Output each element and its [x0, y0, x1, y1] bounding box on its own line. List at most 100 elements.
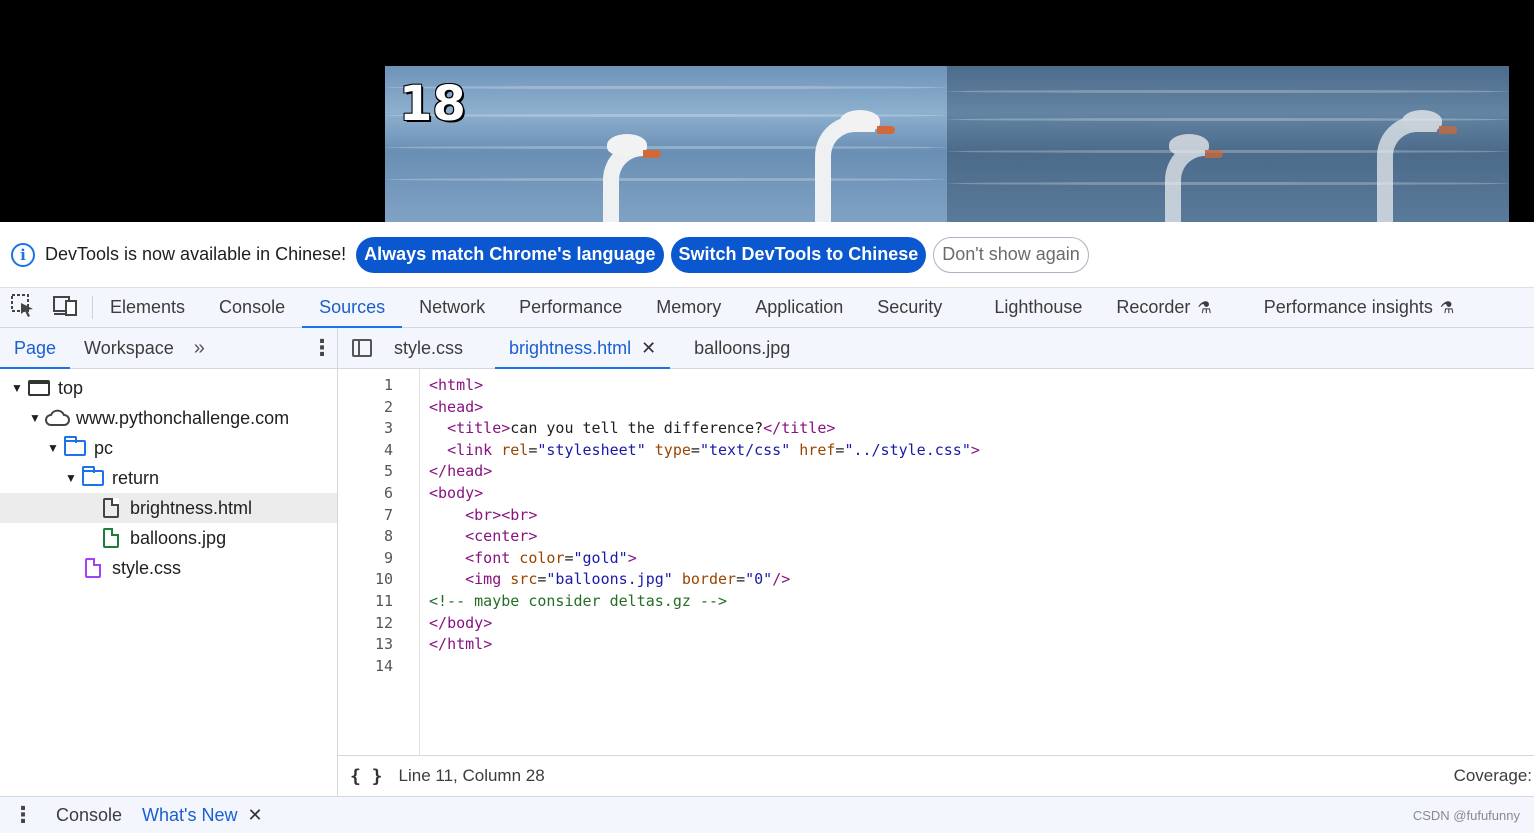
drawer-tab-whats-new[interactable]: What's New ✕	[132, 805, 273, 826]
tab-lighthouse[interactable]: Lighthouse	[977, 288, 1099, 327]
cloud-icon	[44, 407, 70, 429]
tree-item-balloons-jpg[interactable]: balloons.jpg	[0, 523, 337, 553]
tab-performance[interactable]: Performance	[502, 288, 639, 327]
line-number[interactable]: 2	[338, 397, 419, 419]
folder-icon	[62, 436, 88, 459]
tab-performance-insights-label: Performance insights	[1263, 297, 1433, 317]
line-number[interactable]: 12	[338, 613, 419, 635]
cursor-position: Line 11, Column 28	[398, 766, 545, 785]
tree-item-domain[interactable]: ▼ www.pythonchallenge.com	[0, 403, 337, 433]
source-editor: style.css brightness.html ✕ balloons.jpg…	[338, 328, 1534, 796]
line-number[interactable]: 4	[338, 440, 419, 462]
tab-console[interactable]: Console	[202, 288, 302, 327]
editor-tab-style-css[interactable]: style.css	[386, 328, 479, 368]
line-number[interactable]: 10	[338, 569, 419, 591]
swan-photo-left: 18	[385, 66, 947, 222]
flask-icon: ⚗	[1197, 299, 1212, 317]
tree-item-brightness-html[interactable]: brightness.html	[0, 493, 337, 523]
more-tabs-chevron-icon[interactable]: »	[188, 328, 211, 368]
code-line[interactable]: <head>	[429, 397, 980, 419]
code-line[interactable]: <link rel="stylesheet" type="text/css" h…	[429, 440, 980, 462]
switch-to-chinese-button[interactable]: Switch DevTools to Chinese	[670, 236, 927, 273]
code-line[interactable]: <html>	[429, 375, 980, 397]
info-icon: i	[11, 242, 35, 267]
drawer-tabbar: ⋮ Console What's New ✕ CSDN @fufufunny	[0, 796, 1534, 833]
sources-navigator: Page Workspace » ⋮ ▼ top ▼ www.pythoncha…	[0, 328, 338, 796]
tree-item-top[interactable]: ▼ top	[0, 373, 337, 403]
tab-recorder[interactable]: Recorder ⚗	[1099, 288, 1228, 327]
inspect-element-icon[interactable]	[10, 293, 36, 322]
code-content[interactable]: <html> <head> <title>can you tell the dif…	[420, 369, 980, 755]
editor-status-bar: { } Line 11, Column 28 Coverage:	[338, 755, 1534, 796]
always-match-language-button[interactable]: Always match Chrome's language	[356, 236, 664, 273]
code-area[interactable]: 1 2 3 4 5 6 7 8 9 10 11 12 13 14 <html> <head> <title>…	[338, 369, 1534, 755]
tab-elements[interactable]: Elements	[93, 288, 202, 327]
toggle-navigator-icon[interactable]	[338, 328, 386, 368]
navigator-tab-workspace[interactable]: Workspace	[70, 328, 188, 368]
coverage-label: Coverage:	[1453, 766, 1532, 785]
expand-triangle-icon[interactable]: ▼	[28, 411, 42, 425]
infobar-message: DevTools is now available in Chinese!	[45, 244, 347, 264]
document-file-icon	[98, 497, 124, 519]
line-number[interactable]: 8	[338, 526, 419, 548]
device-toolbar-icon[interactable]	[52, 294, 78, 321]
code-line[interactable]: <title>can you tell the difference?</tit…	[429, 418, 980, 440]
line-number[interactable]: 6	[338, 483, 419, 505]
stylesheet-file-icon	[80, 557, 106, 579]
tree-item-pc[interactable]: ▼ pc	[0, 433, 337, 463]
tab-performance-insights[interactable]: Performance insights ⚗	[1247, 288, 1471, 327]
tree-item-label: balloons.jpg	[130, 527, 227, 548]
tab-application[interactable]: Application	[738, 288, 860, 327]
close-tab-icon[interactable]: ✕	[248, 805, 263, 826]
drawer-tab-console[interactable]: Console	[46, 805, 132, 826]
code-line[interactable]: <body>	[429, 483, 980, 505]
tree-item-label: return	[112, 467, 160, 488]
image-file-icon	[98, 527, 124, 549]
code-line[interactable]: <center>	[429, 526, 980, 548]
code-line[interactable]: <font color="gold">	[429, 548, 980, 570]
image-number: 18	[399, 76, 466, 132]
line-number[interactable]: 1	[338, 375, 419, 397]
drawer-menu-icon[interactable]: ⋮	[0, 802, 46, 828]
tree-item-style-css[interactable]: style.css	[0, 553, 337, 583]
tab-sources[interactable]: Sources	[302, 288, 403, 328]
tree-item-label: top	[58, 377, 84, 398]
line-number[interactable]: 11	[338, 591, 419, 613]
editor-tab-label: brightness.html	[509, 337, 632, 358]
line-number[interactable]: 9	[338, 548, 419, 570]
main-tabbar: Elements Console Sources Network Perform…	[0, 288, 1534, 328]
tree-item-return[interactable]: ▼ return	[0, 463, 337, 493]
expand-triangle-icon[interactable]: ▼	[10, 381, 24, 395]
tab-security[interactable]: Security	[860, 288, 959, 327]
webpage-viewport: 18	[0, 0, 1534, 222]
drawer-tab-label: What's New	[142, 804, 238, 825]
line-number[interactable]: 7	[338, 505, 419, 527]
code-line[interactable]: </head>	[429, 461, 980, 483]
tree-item-label: style.css	[112, 557, 182, 578]
expand-triangle-icon[interactable]: ▼	[46, 441, 60, 455]
code-line[interactable]: <!-- maybe consider deltas.gz -->	[429, 591, 980, 613]
code-line[interactable]	[429, 656, 980, 678]
navigator-tab-page[interactable]: Page	[0, 328, 71, 369]
pretty-print-icon[interactable]: { }	[350, 766, 383, 787]
code-line[interactable]: </html>	[429, 634, 980, 656]
editor-tab-balloons-jpg[interactable]: balloons.jpg	[686, 328, 806, 368]
frame-icon	[26, 377, 52, 399]
line-number[interactable]: 13	[338, 634, 419, 656]
folder-icon	[80, 466, 106, 489]
tab-network[interactable]: Network	[402, 288, 502, 327]
line-number[interactable]: 14	[338, 656, 419, 678]
navigator-menu-icon[interactable]: ⋮	[307, 328, 337, 368]
line-number[interactable]: 5	[338, 461, 419, 483]
tree-item-label: www.pythonchallenge.com	[76, 407, 290, 428]
tree-item-label: pc	[94, 437, 114, 458]
expand-triangle-icon[interactable]: ▼	[64, 471, 78, 485]
dont-show-again-button[interactable]: Don't show again	[933, 236, 1089, 273]
line-number[interactable]: 3	[338, 418, 419, 440]
editor-tab-brightness-html[interactable]: brightness.html ✕	[495, 328, 671, 369]
code-line[interactable]: <br><br>	[429, 505, 980, 527]
code-line[interactable]: <img src="balloons.jpg" border="0"/>	[429, 569, 980, 591]
tab-memory[interactable]: Memory	[639, 288, 738, 327]
code-line[interactable]: </body>	[429, 613, 980, 635]
close-tab-icon[interactable]: ✕	[641, 338, 656, 359]
